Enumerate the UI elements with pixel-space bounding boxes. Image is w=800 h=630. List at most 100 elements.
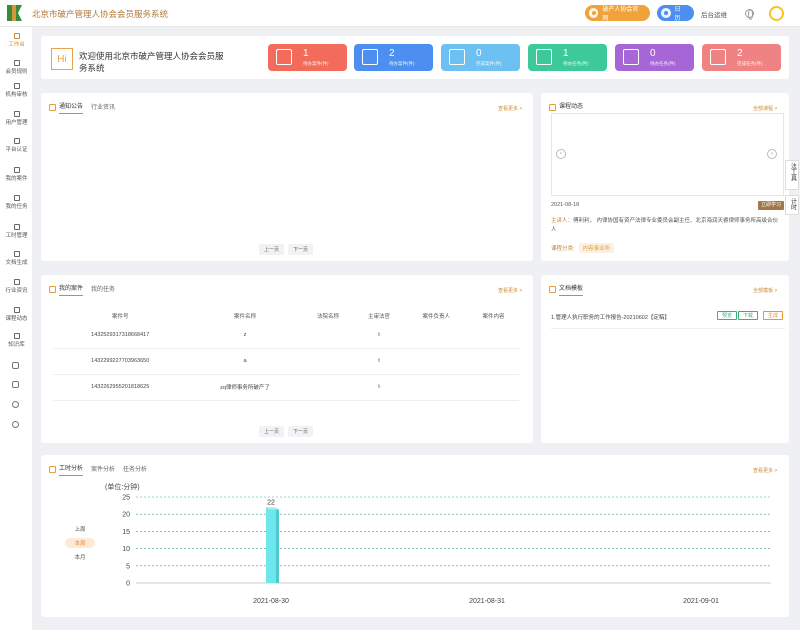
next-page-button[interactable]: 下一页 <box>288 426 314 437</box>
sidebar-item-worktime[interactable]: 工时管理 <box>0 224 33 239</box>
portal-button[interactable]: 破产人协会官网 <box>585 5 650 22</box>
next-page-button[interactable]: 下一页 <box>288 244 314 255</box>
float-timer-label: 计时 <box>789 198 796 210</box>
table-cell: t <box>353 348 405 375</box>
sidebar-item-label: 用户管理 <box>5 120 28 126</box>
carousel-prev-icon[interactable]: ‹ <box>556 149 566 159</box>
sidebar-item-course[interactable]: 课程动态 <box>0 307 33 322</box>
y-tick-label: 25 <box>122 495 130 502</box>
course-more-link[interactable]: 全部课程 > <box>753 105 777 112</box>
app-title: 北京市破产管理人协会会员服务系统 <box>32 9 169 19</box>
prev-page-button[interactable]: 上一页 <box>259 244 285 255</box>
sidebar-item-org-review[interactable]: 机构审核 <box>0 83 33 98</box>
sidebar-item-label: 会员规则 <box>5 69 28 75</box>
analysis-more-link[interactable]: 查看更多 > <box>753 467 777 474</box>
calendar-button-label: 日历 <box>674 7 681 22</box>
cases-card: 我的案件 我的任务 查看更多 > 案件号 案件名称 法院名称 主审法官 案件负责人 案件内… <box>41 275 533 443</box>
language-icon[interactable] <box>745 9 754 20</box>
range-last-week[interactable]: 上周 <box>65 525 95 533</box>
range-this-month[interactable]: 本月 <box>65 553 95 561</box>
sidebar-item-label: 知识库 <box>8 342 25 348</box>
user-icon <box>13 111 20 117</box>
table-cell: 1432529317318668417 <box>53 322 188 349</box>
portal-button-label: 破产人协会官网 <box>602 7 639 22</box>
cloud-icon[interactable] <box>12 401 19 408</box>
cases-pager: 上一页 下一页 <box>259 426 314 437</box>
calendar-button[interactable]: 日历 <box>657 5 694 22</box>
sidebar-item-my-tasks[interactable]: 我的任务 <box>0 195 33 210</box>
generate-button[interactable]: 生成 <box>763 311 784 320</box>
notice-pager: 上一页 下一页 <box>259 244 314 255</box>
sidebar-item-label: 工作台 <box>8 42 25 48</box>
tab-case-analysis[interactable]: 案件分析 <box>91 464 115 476</box>
category-tag[interactable]: 内容事业所 <box>578 243 615 253</box>
edit-icon[interactable] <box>12 381 19 388</box>
sidebar-item-knowledge[interactable]: 知识库 <box>0 333 33 348</box>
stat-icon <box>276 49 292 65</box>
y-tick-label: 15 <box>122 529 130 536</box>
sidebar-item-workbench[interactable]: 工作台 <box>0 33 33 48</box>
stat-icon <box>710 49 726 65</box>
float-timer-tab[interactable]: 计时 <box>785 195 799 215</box>
table-cell <box>468 348 519 375</box>
gear-icon[interactable] <box>12 421 19 428</box>
stat-card[interactable]: 1 待办案件(件) <box>268 44 347 71</box>
tab-task-analysis[interactable]: 任务分析 <box>123 464 147 476</box>
stat-card[interactable]: 0 完成案件(件) <box>441 44 520 71</box>
course-category: 课程分类: 内容事业所 <box>551 243 615 253</box>
table-cell <box>302 348 354 375</box>
stat-card[interactable]: 1 待办任务(件) <box>528 44 607 71</box>
course-icon <box>549 104 556 111</box>
sidebar-item-label: 行业资讯 <box>5 288 28 294</box>
stat-label: 完成案件(件) <box>476 61 502 66</box>
range-this-week[interactable]: 本周 <box>65 538 95 548</box>
search-icon[interactable] <box>12 362 19 369</box>
tab-doc-templates[interactable]: 文档模板 <box>559 283 584 296</box>
table-row[interactable]: 1432529317318668417 z t <box>53 322 519 349</box>
tab-notice[interactable]: 通知公告 <box>59 101 84 114</box>
float-tool-tab[interactable]: 法工具 <box>785 160 799 190</box>
x-tick-label: 2021-08-31 <box>469 598 505 605</box>
sidebar-item-doc-gen[interactable]: 文档生成 <box>0 251 33 266</box>
column-header: 主审法官 <box>367 314 390 320</box>
column-header: 案件负责人 <box>422 314 450 320</box>
welcome-text: 欢迎使用北京市破产管理人协会会员服务系统 <box>79 51 224 73</box>
tab-my-cases[interactable]: 我的案件 <box>59 283 84 296</box>
table-row[interactable]: 1432299227703963650 a t <box>53 348 519 375</box>
sidebar-item-label: 文档生成 <box>5 260 28 266</box>
cases-more-link[interactable]: 查看更多 > <box>498 287 522 294</box>
docs-more-link[interactable]: 全部模板 > <box>753 287 777 294</box>
download-button[interactable]: 下载 <box>738 311 759 320</box>
home-icon <box>13 33 20 39</box>
table-row[interactable]: 1432262955201818625 zq律师事务所破产了 t <box>53 374 519 401</box>
backend-link[interactable]: 后台运维 <box>701 9 727 19</box>
column-header: 案件号 <box>111 314 129 320</box>
stat-card[interactable]: 2 完成任务(件) <box>702 44 781 71</box>
preview-button[interactable]: 预览 <box>717 311 738 320</box>
stat-icon <box>362 49 378 65</box>
lecturer-label: 主讲人： <box>551 218 574 224</box>
doc-templates-card: 文档模板 全部模板 > 1.管理人执行职务的工作报告-20210602【定稿】 … <box>541 275 789 443</box>
table-cell: 1432299227703963650 <box>53 348 188 375</box>
table-cell: zq律师事务所破产了 <box>187 374 303 401</box>
tab-worktime-analysis[interactable]: 工时分析 <box>59 463 84 476</box>
prev-page-button[interactable]: 上一页 <box>259 426 285 437</box>
sidebar-item-users[interactable]: 用户管理 <box>0 111 33 126</box>
tab-industry-news[interactable]: 行业资讯 <box>91 102 115 114</box>
stat-number: 0 <box>476 48 482 59</box>
stat-card[interactable]: 2 待办案件(件) <box>354 44 433 71</box>
sidebar-item-my-cases[interactable]: 我的案件 <box>0 167 33 182</box>
sidebar-item-member-rules[interactable]: 会员规则 <box>0 60 33 75</box>
sidebar-item-industry-news[interactable]: 行业资讯 <box>0 279 33 294</box>
sidebar-item-platform-auth[interactable]: 平台认证 <box>0 138 33 153</box>
learn-now-button[interactable]: 立即学习 <box>758 201 784 210</box>
y-axis-label: (单位:分钟) <box>105 482 140 491</box>
tab-my-tasks[interactable]: 我的任务 <box>91 284 115 296</box>
doc-name: 1.管理人执行职务的工作报告-20210602【定稿】 <box>551 315 670 321</box>
carousel-next-icon[interactable]: › <box>767 149 777 159</box>
y-tick-label: 10 <box>122 546 130 553</box>
avatar[interactable] <box>769 6 784 21</box>
notice-more-link[interactable]: 查看更多 > <box>498 105 522 112</box>
stat-card[interactable]: 0 待办任务(件) <box>615 44 694 71</box>
task-icon <box>13 195 20 201</box>
